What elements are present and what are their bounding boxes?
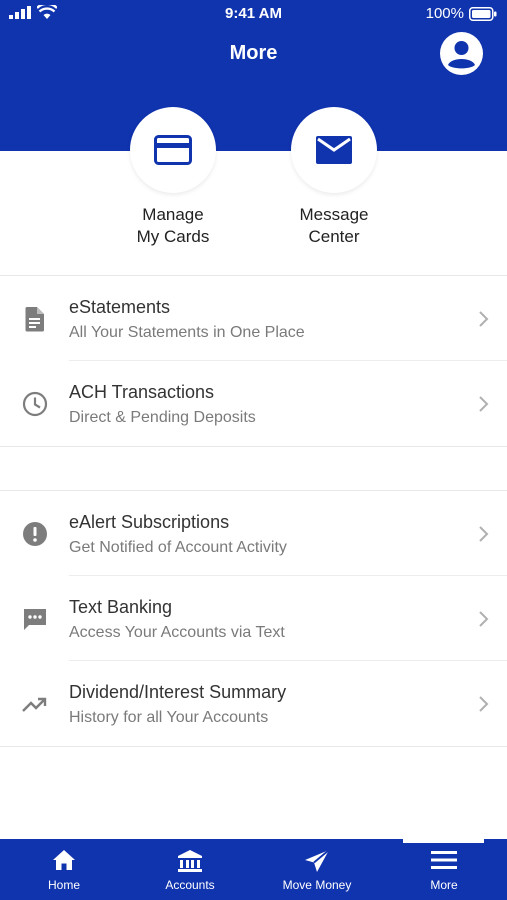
section-divider xyxy=(0,746,507,747)
profile-button[interactable] xyxy=(440,32,483,75)
bank-icon xyxy=(178,850,202,872)
manage-cards-label-line1: Manage xyxy=(142,205,204,224)
menu-item-ealert-subscriptions[interactable]: eAlert Subscriptions Get Notified of Acc… xyxy=(0,491,507,576)
active-tab-indicator xyxy=(403,839,484,843)
tab-move-money[interactable]: Move Money xyxy=(262,839,372,900)
tab-accounts[interactable]: Accounts xyxy=(140,839,240,900)
row-title: eStatements xyxy=(69,297,171,317)
trending-up-icon xyxy=(22,697,47,712)
manage-cards-label[interactable]: Manage My Cards xyxy=(98,204,248,248)
message-center-button[interactable] xyxy=(291,107,377,193)
chevron-right-icon xyxy=(479,526,489,542)
menu-item-ach-transactions[interactable]: ACH Transactions Direct & Pending Deposi… xyxy=(0,361,507,446)
row-subtitle: All Your Statements in One Place xyxy=(69,324,305,341)
menu-item-estatements[interactable]: eStatements All Your Statements in One P… xyxy=(0,276,507,361)
row-subtitle: History for all Your Accounts xyxy=(69,709,269,726)
more-screen: 9:41 AM 100% More Manage My Cards Messag… xyxy=(0,0,507,900)
row-subtitle: Access Your Accounts via Text xyxy=(69,624,285,641)
manage-cards-label-line2: My Cards xyxy=(136,227,210,246)
page-title: More xyxy=(229,42,278,64)
tab-label: Home xyxy=(47,878,80,892)
battery-status: 100% xyxy=(426,5,497,22)
document-icon xyxy=(25,307,44,332)
row-subtitle: Get Notified of Account Activity xyxy=(69,539,287,556)
row-title: Dividend/Interest Summary xyxy=(69,682,287,702)
message-center-label[interactable]: Message Center xyxy=(259,204,409,248)
chevron-right-icon xyxy=(479,396,489,412)
chevron-right-icon xyxy=(479,696,489,712)
menu-item-dividend-interest-summary[interactable]: Dividend/Interest Summary History for al… xyxy=(0,661,507,746)
menu-icon xyxy=(431,851,457,869)
header-bar: 9:41 AM 100% More xyxy=(0,0,507,151)
section-divider xyxy=(0,446,507,447)
row-title: ACH Transactions xyxy=(69,382,215,402)
battery-percent: 100% xyxy=(425,5,464,22)
user-circle-icon xyxy=(440,32,483,75)
row-title: Text Banking xyxy=(69,597,173,617)
clock-icon xyxy=(22,391,48,417)
chat-icon xyxy=(24,609,46,630)
battery-icon xyxy=(469,6,497,21)
alert-icon xyxy=(23,522,47,546)
tab-bar: Home Accounts Move Money More xyxy=(0,839,507,900)
tab-more[interactable]: More xyxy=(394,839,494,900)
home-icon xyxy=(53,850,75,870)
menu-item-text-banking[interactable]: Text Banking Access Your Accounts via Te… xyxy=(0,576,507,661)
manage-cards-button[interactable] xyxy=(130,107,216,193)
chevron-right-icon xyxy=(479,611,489,627)
envelope-icon xyxy=(316,136,352,164)
message-center-label-line1: Message xyxy=(299,205,369,224)
row-title: eAlert Subscriptions xyxy=(69,512,230,532)
row-subtitle: Direct & Pending Deposits xyxy=(69,409,256,426)
send-icon xyxy=(305,849,330,872)
tab-label: Move Money xyxy=(282,878,352,892)
tab-home[interactable]: Home xyxy=(14,839,114,900)
message-center-label-line2: Center xyxy=(308,227,360,246)
credit-card-icon xyxy=(154,135,192,165)
tab-label: Accounts xyxy=(165,878,215,892)
chevron-right-icon xyxy=(479,311,489,327)
tab-label: More xyxy=(430,878,458,892)
